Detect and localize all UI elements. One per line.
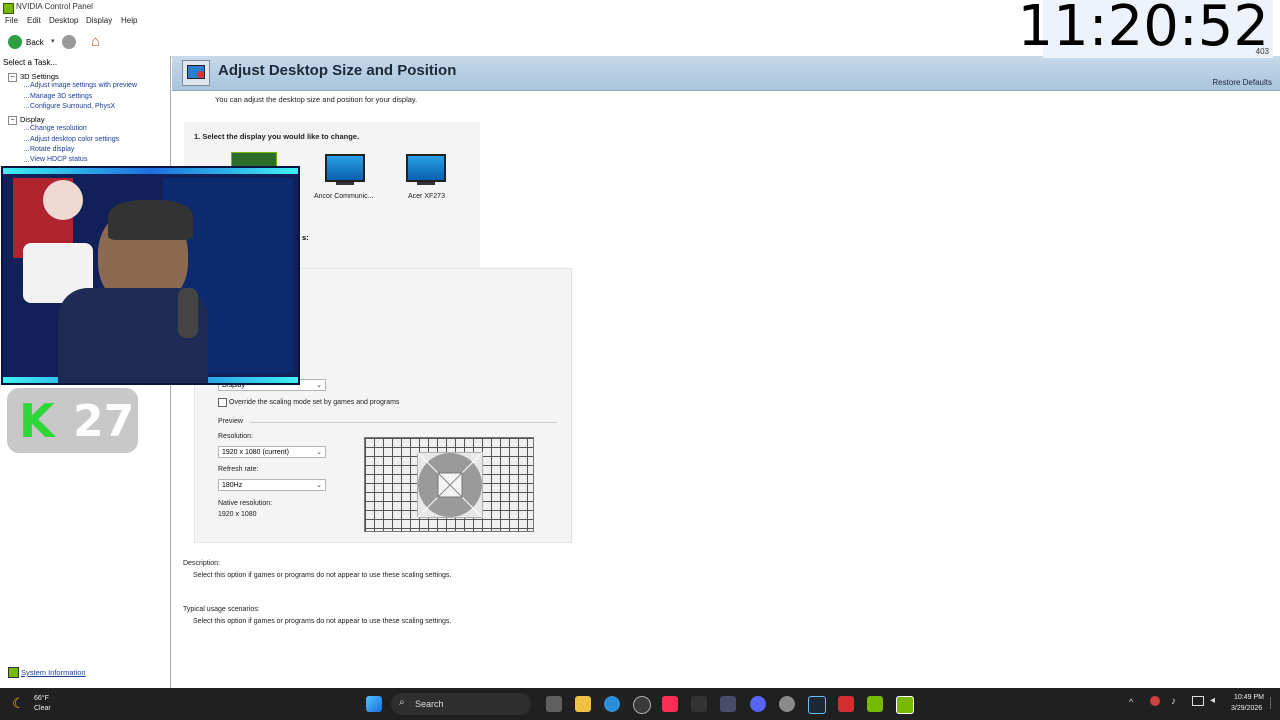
- sidebar-item-adjust-image[interactable]: Adjust image settings with preview: [30, 82, 137, 89]
- app-icon[interactable]: [720, 696, 736, 712]
- chevron-down-icon: ⌄: [316, 449, 322, 456]
- sidebar-item-manage-3d[interactable]: Manage 3D settings: [30, 93, 92, 100]
- settings-gear-icon[interactable]: [779, 696, 795, 712]
- chevron-down-icon: ⌄: [316, 382, 322, 389]
- webcam-overlay: [1, 166, 300, 385]
- streamer-badge: K 27: [7, 388, 138, 453]
- taskbar: ☾ 66°F Clear ⌕ Search ^ ♪ ◂ 10:49 PM 3/2…: [0, 688, 1280, 720]
- volume-icon[interactable]: ◂: [1210, 695, 1215, 706]
- obs-icon[interactable]: [633, 696, 651, 714]
- display-option-ancor[interactable]: Ancor Communic...: [314, 193, 374, 200]
- sidebar-item-adjust-color[interactable]: Adjust desktop color settings: [30, 136, 119, 143]
- taskbar-time[interactable]: 10:49 PM: [1234, 694, 1264, 701]
- menu-desktop[interactable]: Desktop: [49, 16, 78, 25]
- description-text: Select this option if games or programs …: [193, 572, 452, 579]
- task-view-icon[interactable]: [546, 696, 562, 712]
- weather-temperature[interactable]: 66°F: [34, 695, 49, 702]
- show-desktop-button[interactable]: [1270, 697, 1277, 709]
- native-resolution-value: 1920 x 1080: [218, 511, 257, 518]
- clock-time: 11:20:52: [1017, 0, 1269, 59]
- collapse-icon[interactable]: −: [8, 72, 17, 82]
- display-option-acer[interactable]: Acer XF273: [408, 193, 445, 200]
- back-button[interactable]: Back: [26, 38, 44, 47]
- badge-number: 27: [73, 396, 135, 447]
- step1-heading: 1. Select the display you would like to …: [194, 132, 360, 141]
- menu-help[interactable]: Help: [121, 16, 137, 25]
- tray-app-icon[interactable]: [1150, 696, 1160, 706]
- nvidia-icon[interactable]: [867, 696, 883, 712]
- chevron-down-icon: ⌄: [316, 482, 322, 489]
- app-icon[interactable]: [838, 696, 854, 712]
- resolution-label: Resolution:: [218, 433, 254, 440]
- page-intro: You can adjust the desktop size and posi…: [215, 95, 418, 104]
- taskbar-search-box[interactable]: ⌕ Search: [391, 693, 531, 715]
- page-title: Adjust Desktop Size and Position: [218, 62, 457, 79]
- restore-defaults-link[interactable]: Restore Defaults: [1212, 78, 1272, 87]
- step2-heading-fragment: s:: [302, 233, 309, 242]
- system-info-icon: [8, 667, 19, 678]
- refresh-rate-label: Refresh rate:: [218, 466, 259, 473]
- microphone-icon[interactable]: ♪: [1171, 696, 1176, 707]
- override-scaling-label: Override the scaling mode set by games a…: [229, 399, 400, 406]
- usage-text: Select this option if games or programs …: [193, 618, 452, 625]
- home-icon[interactable]: ⌂: [91, 33, 100, 50]
- back-dropdown-icon[interactable]: ▾: [51, 37, 55, 45]
- description-label: Description:: [183, 560, 220, 567]
- page-banner: Adjust Desktop Size and Position Restore…: [172, 56, 1280, 91]
- monitor-icon[interactable]: [325, 154, 365, 182]
- window-title: NVIDIA Control Panel: [16, 2, 93, 11]
- file-explorer-icon[interactable]: [575, 696, 591, 712]
- display-tray-icon[interactable]: [1192, 696, 1204, 706]
- moon-weather-icon[interactable]: ☾: [12, 695, 25, 712]
- menu-edit[interactable]: Edit: [27, 16, 41, 25]
- clock-subtext: 403: [1255, 47, 1269, 56]
- preview-divider: [250, 422, 557, 423]
- badge-letter: K: [19, 394, 55, 448]
- edge-browser-icon[interactable]: [604, 696, 620, 712]
- nvidia-app-icon: [3, 3, 14, 14]
- discord-icon[interactable]: [750, 696, 766, 712]
- nvidia-control-panel-icon[interactable]: [896, 696, 914, 714]
- search-label: Search: [415, 699, 444, 709]
- clock-overlay: 11:20:52 403: [1017, 0, 1273, 59]
- taskbar-date[interactable]: 3/29/2026: [1231, 705, 1262, 712]
- monitor-icon[interactable]: [406, 154, 446, 182]
- back-arrow-icon[interactable]: [8, 35, 22, 49]
- search-icon: ⌕: [399, 697, 405, 708]
- sidebar-item-rotate-display[interactable]: Rotate display: [30, 146, 74, 153]
- usage-label: Typical usage scenarios:: [183, 606, 260, 613]
- sidebar-header: Select a Task...: [3, 58, 58, 67]
- system-information-link[interactable]: System Information: [21, 668, 86, 677]
- menu-display[interactable]: Display: [86, 16, 112, 25]
- preview-label: Preview: [218, 418, 243, 425]
- sidebar-item-configure-surround[interactable]: Configure Surround, PhysX: [30, 103, 115, 110]
- refresh-rate-dropdown[interactable]: 180Hz ⌄: [218, 479, 326, 491]
- sidebar-item-change-resolution[interactable]: Change resolution: [30, 125, 87, 132]
- weather-condition[interactable]: Clear: [34, 705, 51, 712]
- menu-file[interactable]: File: [5, 16, 18, 25]
- apple-music-icon[interactable]: [662, 696, 678, 712]
- epic-games-icon[interactable]: [691, 696, 707, 712]
- tree-category-display[interactable]: − Display: [8, 115, 45, 125]
- override-scaling-checkbox[interactable]: [218, 398, 227, 407]
- scaling-preview-image: [364, 437, 534, 532]
- tree-category-3d-settings[interactable]: −3D Settings: [8, 72, 59, 82]
- start-windows-icon[interactable]: [366, 696, 382, 712]
- display-settings-icon: [182, 60, 210, 86]
- collapse-icon[interactable]: −: [8, 115, 17, 125]
- resolution-dropdown[interactable]: 1920 x 1080 (current) ⌄: [218, 446, 326, 458]
- steam-icon[interactable]: [808, 696, 826, 714]
- chevron-up-icon[interactable]: ^: [1129, 697, 1133, 707]
- sidebar-item-hdcp-status[interactable]: View HDCP status: [30, 156, 87, 163]
- forward-arrow-icon[interactable]: [62, 35, 76, 49]
- native-resolution-label: Native resolution:: [218, 500, 273, 507]
